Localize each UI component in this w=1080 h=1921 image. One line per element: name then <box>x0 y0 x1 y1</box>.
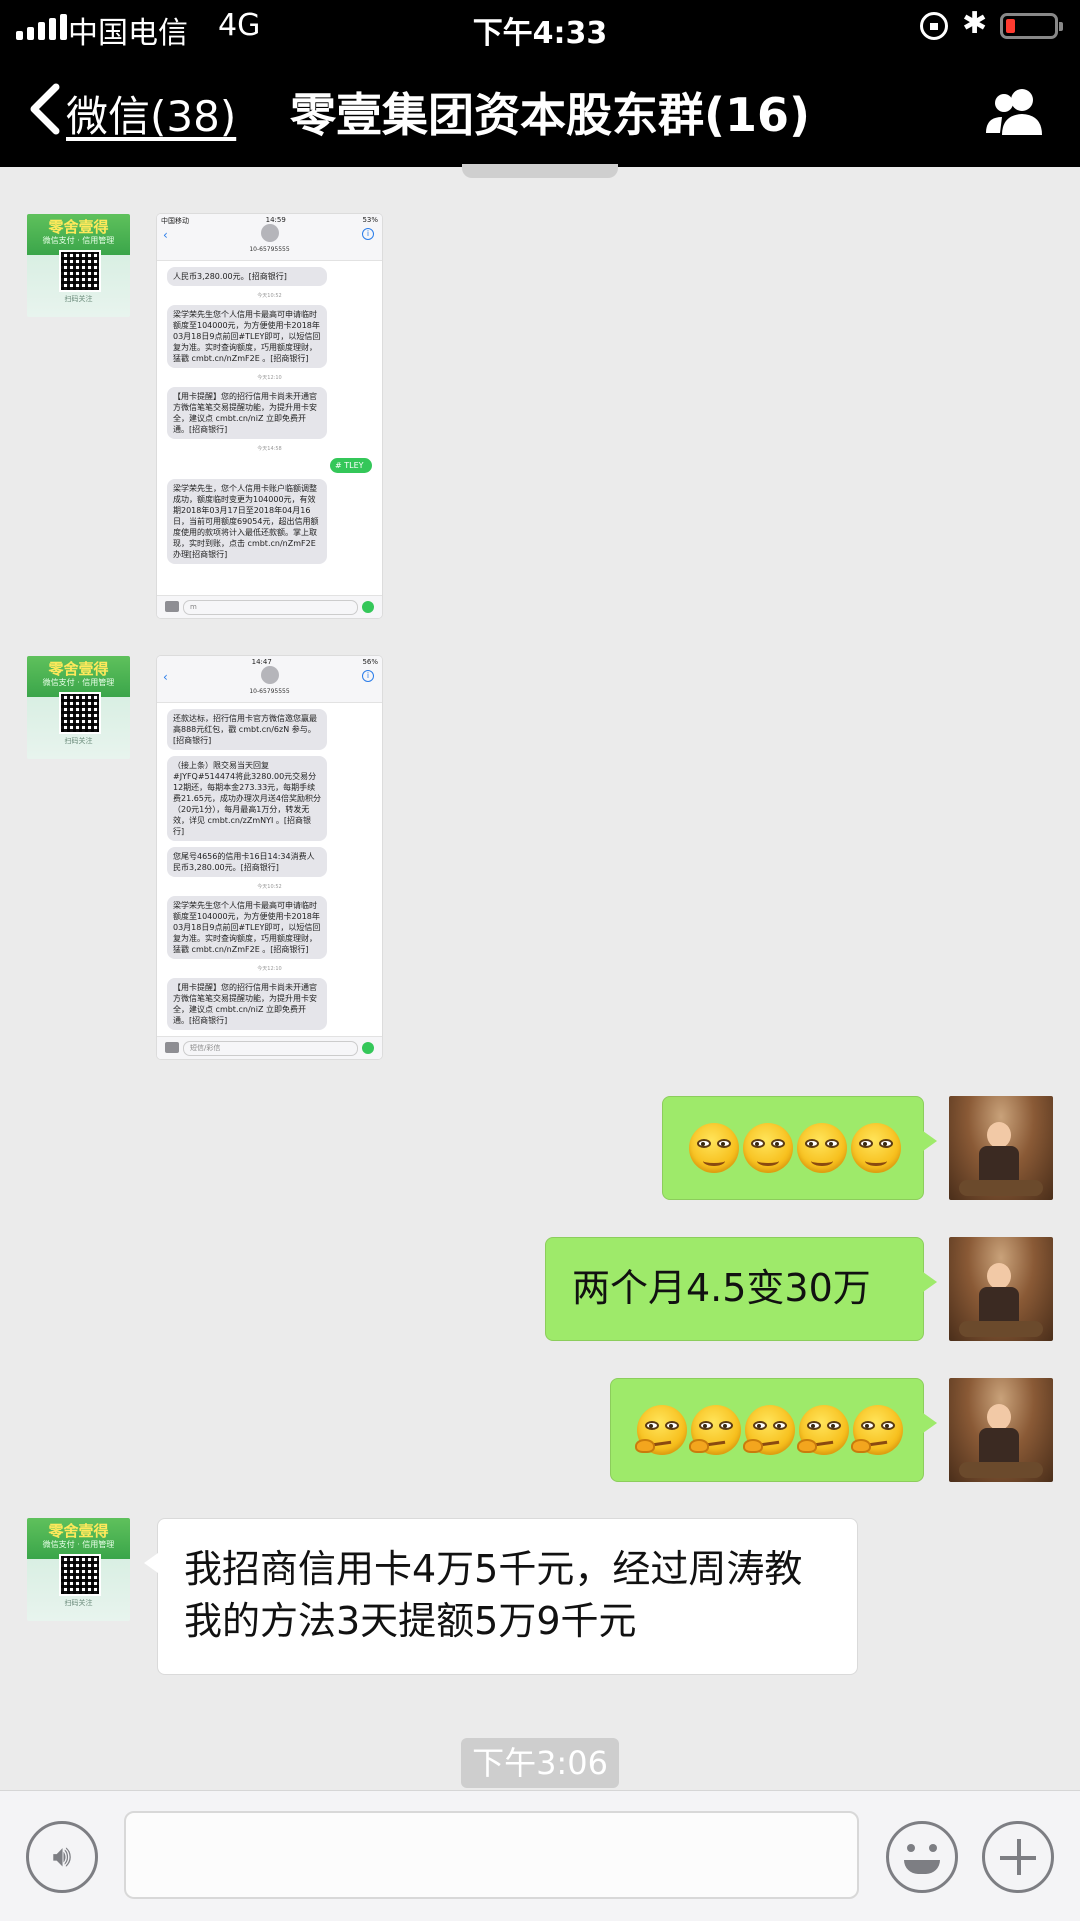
qr-code-image <box>59 1554 101 1596</box>
sms-compose: m <box>157 595 382 618</box>
sms-timestamp: 今天10:52 <box>257 884 282 890</box>
sms-bubble: 还款达标，招行信用卡官方微信邀您赢最高888元红包，戳 cmbt.cn/6zN … <box>167 709 327 750</box>
sms-thread: 还款达标，招行信用卡官方微信邀您赢最高888元红包，戳 cmbt.cn/6zN … <box>157 709 382 1030</box>
emoji-icon[interactable] <box>886 1821 958 1893</box>
bluetooth-icon: ✱ <box>962 6 988 41</box>
image-message[interactable]: 14:47 56% ‹ 10-65795555 i 还款达标，招行信用卡官方微信… <box>157 656 382 1059</box>
smirk-face-emoji <box>851 1123 901 1173</box>
sms-bubble: 梁学荣先生您个人信用卡最高可申请临时额度至104000元，为方便使用卡2018年… <box>167 305 327 368</box>
message-input[interactable] <box>124 1811 859 1899</box>
sms-bubble: 您尾号4656的信用卡16日14:34消费人民币3,280.00元。[招商银行] <box>167 847 327 877</box>
qr-code-image <box>59 692 101 734</box>
sms-bubble: 梁学荣先生，您个人信用卡账户临额调整成功，额度临时变更为104000元，有效期2… <box>167 479 327 564</box>
send-icon <box>362 601 374 613</box>
sms-bubble: （接上条）限交易当天回复#JYFQ#514474将此3280.00元交易分12期… <box>167 756 327 841</box>
status-time: 下午4:33 <box>472 16 608 51</box>
chevron-left-icon: ‹ <box>163 228 168 242</box>
sms-timestamp: 今天14:58 <box>257 446 282 452</box>
sms-bubble: # TLEY <box>330 458 372 473</box>
qr-code-image <box>59 250 101 292</box>
chevron-left-icon: ‹ <box>163 670 168 684</box>
avatar[interactable] <box>949 1096 1053 1200</box>
emoji-row <box>687 1123 903 1173</box>
image-message[interactable]: 中国移动 14:59 53% ‹ 10-65795555 i 人民币3,280.… <box>157 214 382 618</box>
avatar[interactable]: 零舍壹得 微信支付 · 信用管理 扫码关注 <box>27 1518 130 1621</box>
sms-bubble: 【用卡提醒】您的招行信用卡尚未开通官方微信笔笔交易提醒功能，为提升用卡安全，建议… <box>167 978 327 1030</box>
sms-header: 中国移动 14:59 53% ‹ 10-65795555 i <box>157 214 382 261</box>
voice-icon[interactable]: 🔊︎ <box>26 1821 98 1893</box>
camera-icon <box>165 1042 179 1053</box>
thinking-face-emoji <box>635 1405 687 1455</box>
sms-bubble: 【用卡提醒】您的招行信用卡尚未开通官方微信笔笔交易提醒功能，为提升用卡安全，建议… <box>167 387 327 439</box>
outgoing-message[interactable] <box>662 1096 937 1200</box>
outgoing-message[interactable] <box>610 1378 937 1482</box>
incoming-message[interactable]: 我招商信用卡4万5千元，经过周涛教我的方法3天提额5万9千元 <box>144 1518 858 1675</box>
time-divider: 下午3:06 <box>461 1738 619 1788</box>
chat-header: 微信(38) 零壹集团资本股东群(16) <box>0 55 1080 167</box>
emoji-row <box>635 1405 905 1455</box>
info-icon: i <box>362 670 374 682</box>
group-people-icon[interactable] <box>984 87 1046 137</box>
smirk-face-emoji <box>743 1123 793 1173</box>
rotation-lock-icon <box>920 12 948 40</box>
sms-timestamp: 今天12:10 <box>257 375 282 381</box>
message-text: 我招商信用卡4万5千元，经过周涛教我的方法3天提额5万9千元 <box>184 1547 803 1643</box>
sms-bubble: 梁学荣先生您个人信用卡最高可申请临时额度至104000元，为方便使用卡2018年… <box>167 896 327 959</box>
camera-icon <box>165 601 179 612</box>
send-icon <box>362 1042 374 1054</box>
sms-timestamp: 今天12:10 <box>257 966 282 972</box>
outgoing-message[interactable]: 两个月4.5变30万 <box>545 1237 937 1341</box>
avatar[interactable]: 零舍壹得 微信支付 · 信用管理 扫码关注 <box>27 214 130 317</box>
battery-icon <box>1000 13 1063 39</box>
sms-compose: 短信/彩信 <box>157 1036 382 1059</box>
thinking-face-emoji <box>743 1405 795 1455</box>
back-button[interactable]: 微信(38) <box>66 83 236 144</box>
chat-input-bar: 🔊︎ <box>0 1790 1080 1921</box>
avatar[interactable] <box>949 1237 1053 1341</box>
sms-bubble: 人民币3,280.00元。[招商银行] <box>167 267 327 286</box>
thinking-face-emoji <box>851 1405 903 1455</box>
contact-avatar <box>261 224 279 242</box>
sms-timestamp: 今天10:52 <box>257 293 282 299</box>
contact-avatar <box>261 666 279 684</box>
sms-header: 14:47 56% ‹ 10-65795555 i <box>157 656 382 703</box>
scroll-indicator <box>462 164 618 178</box>
plus-icon[interactable] <box>982 1821 1054 1893</box>
status-bar: 中国电信 4G 下午4:33 ✱ <box>0 0 1080 55</box>
avatar[interactable] <box>949 1378 1053 1482</box>
avatar[interactable]: 零舍壹得 微信支付 · 信用管理 扫码关注 <box>27 656 130 759</box>
chat-title: 零壹集团资本股东群(16) <box>289 88 811 142</box>
thinking-face-emoji <box>797 1405 849 1455</box>
smirk-face-emoji <box>689 1123 739 1173</box>
sms-thread: 人民币3,280.00元。[招商银行] 今天10:52 梁学荣先生您个人信用卡最高可… <box>157 267 382 564</box>
smirk-face-emoji <box>797 1123 847 1173</box>
info-icon: i <box>362 228 374 240</box>
message-text: 两个月4.5变30万 <box>572 1266 871 1310</box>
thinking-face-emoji <box>689 1405 741 1455</box>
chevron-left-icon[interactable] <box>26 83 62 135</box>
